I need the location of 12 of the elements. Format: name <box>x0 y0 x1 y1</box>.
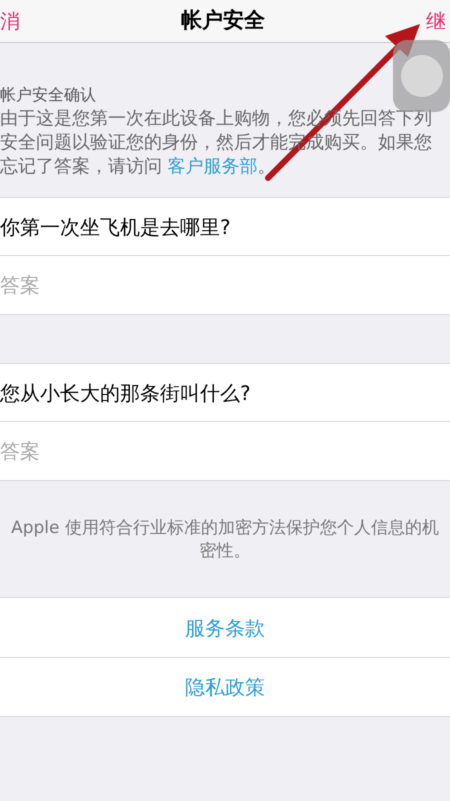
continue-button[interactable]: 继 <box>426 6 446 36</box>
question-cell: 你第一次坐飞机是去哪里? <box>0 197 450 256</box>
question-cell: 您从小长大的那条街叫什么? <box>0 363 450 422</box>
link-cell[interactable]: 隐私政策 <box>0 657 450 716</box>
page-title: 帐户安全 <box>181 7 265 34</box>
section-title: 帐户安全确认 <box>0 84 97 106</box>
privacy-note: Apple 使用符合行业标准的加密方法保护您个人信息的机密性。 <box>10 517 440 563</box>
customer-service-link[interactable]: 客户服务部 <box>168 156 258 177</box>
link-cell[interactable]: 服务条款 <box>0 598 450 657</box>
cancel-button[interactable]: 消 <box>0 6 20 36</box>
answer-field[interactable]: 答案 <box>0 422 450 481</box>
answer-field[interactable]: 答案 <box>0 256 450 315</box>
